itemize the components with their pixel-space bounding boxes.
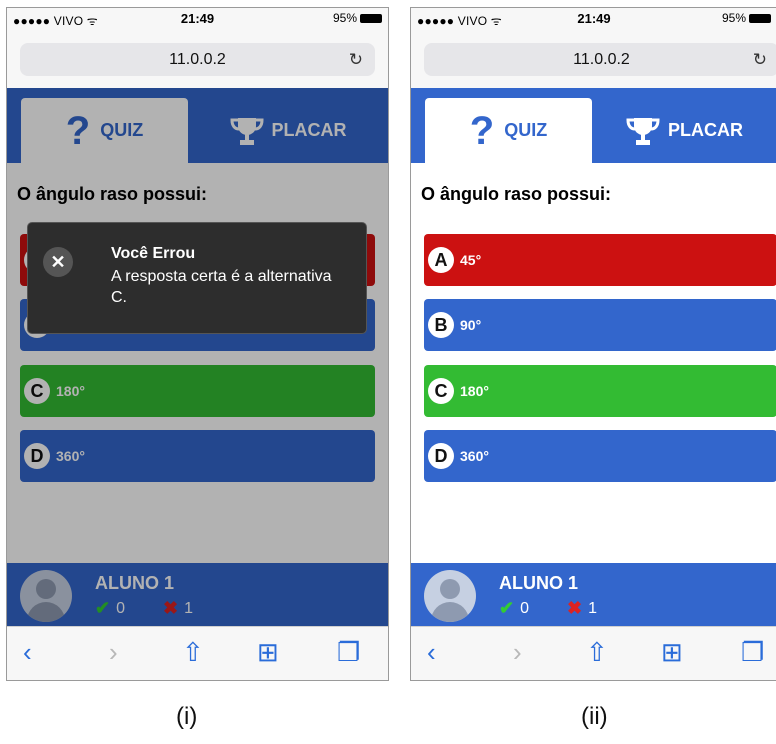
- caption-ii: (ii): [581, 703, 608, 730]
- option-letter: D: [428, 443, 454, 469]
- battery-indicator: 95%: [722, 11, 771, 25]
- score-row: ✔ 0 ✖ 1: [499, 598, 597, 619]
- option-text: 45°: [460, 252, 482, 268]
- close-icon[interactable]: ✕: [43, 247, 73, 277]
- browser-toolbar: ‹ › ⇧ ⊞ ❐: [411, 626, 776, 680]
- reload-icon[interactable]: ↻: [349, 43, 363, 76]
- battery-icon: [749, 14, 771, 23]
- cross-icon: ✖: [567, 598, 583, 618]
- bookmarks-icon[interactable]: ⊞: [257, 639, 279, 665]
- tabs-icon[interactable]: ❐: [337, 639, 360, 665]
- option-a[interactable]: A 45°: [424, 234, 776, 286]
- address-area: 11.0.0.2 ↻: [411, 28, 776, 88]
- correct-count: 0: [520, 599, 529, 617]
- caption-i: (i): [176, 703, 198, 730]
- address-bar[interactable]: 11.0.0.2 ↻: [424, 43, 776, 76]
- option-text: 90°: [460, 317, 482, 333]
- forward-icon[interactable]: ›: [513, 639, 522, 665]
- share-icon[interactable]: ⇧: [586, 639, 608, 665]
- tab-placar-label: PLACAR: [668, 120, 743, 140]
- tab-quiz[interactable]: ? QUIZ: [425, 98, 592, 163]
- student-footer: ALUNO 1 ✔ 0 ✖ 1: [411, 563, 776, 627]
- option-letter: B: [428, 312, 454, 338]
- option-letter: C: [428, 378, 454, 404]
- bookmarks-icon[interactable]: ⊞: [661, 639, 683, 665]
- battery-percent: 95%: [721, 11, 746, 25]
- trophy-icon: [626, 117, 660, 145]
- check-icon: ✔: [499, 598, 515, 618]
- phone-screenshot-ii: ●●●●● VIVO ᯤ 21:49 95% 11.0.0.2 ↻ ? QUIZ: [410, 7, 776, 681]
- option-d[interactable]: D 360°: [424, 430, 776, 482]
- address-bar[interactable]: 11.0.0.2 ↻: [20, 43, 375, 76]
- battery-indicator: 95%: [333, 11, 382, 25]
- question-text: O ângulo raso possui:: [421, 184, 612, 204]
- option-c[interactable]: C 180°: [424, 365, 776, 417]
- option-b[interactable]: B 90°: [424, 299, 776, 351]
- avatar: [424, 570, 476, 622]
- battery-percent: 95%: [332, 11, 357, 25]
- status-bar: ●●●●● VIVO ᯤ 21:49 95%: [411, 8, 776, 28]
- quiz-app: ? QUIZ PLACAR O ângulo raso possui: A 45…: [411, 88, 776, 627]
- battery-icon: [360, 14, 382, 23]
- option-text: 180°: [460, 383, 489, 399]
- modal-overlay[interactable]: [7, 88, 388, 627]
- url-text: 11.0.0.2: [573, 51, 630, 68]
- status-bar: ●●●●● VIVO ᯤ 21:49 95%: [7, 8, 388, 28]
- phone-screenshot-i: ●●●●● VIVO ᯤ 21:49 95% 11.0.0.2 ↻ ? QUIZ: [6, 7, 389, 681]
- back-icon[interactable]: ‹: [23, 639, 32, 665]
- question-icon: ?: [469, 108, 495, 153]
- option-text: 360°: [460, 448, 489, 464]
- forward-icon[interactable]: ›: [109, 639, 118, 665]
- tab-quiz-label: QUIZ: [504, 120, 548, 140]
- address-area: 11.0.0.2 ↻: [7, 28, 388, 88]
- browser-toolbar: ‹ › ⇧ ⊞ ❐: [7, 626, 388, 680]
- url-text: 11.0.0.2: [169, 51, 226, 68]
- share-icon[interactable]: ⇧: [182, 639, 204, 665]
- reload-icon[interactable]: ↻: [753, 43, 767, 76]
- wrong-count: 1: [588, 599, 597, 617]
- clock: 21:49: [180, 11, 215, 26]
- tab-bar: ? QUIZ PLACAR: [411, 88, 776, 163]
- toast-title: Você Errou: [111, 245, 196, 262]
- student-name: ALUNO 1: [499, 573, 579, 593]
- tab-placar[interactable]: PLACAR: [592, 98, 776, 163]
- tabs-icon[interactable]: ❐: [741, 639, 764, 665]
- toast-message: A resposta certa é a alternativa C.: [111, 268, 332, 306]
- option-letter: A: [428, 247, 454, 273]
- back-icon[interactable]: ‹: [427, 639, 436, 665]
- feedback-toast: ✕ Você Errou A resposta certa é a altern…: [27, 222, 367, 334]
